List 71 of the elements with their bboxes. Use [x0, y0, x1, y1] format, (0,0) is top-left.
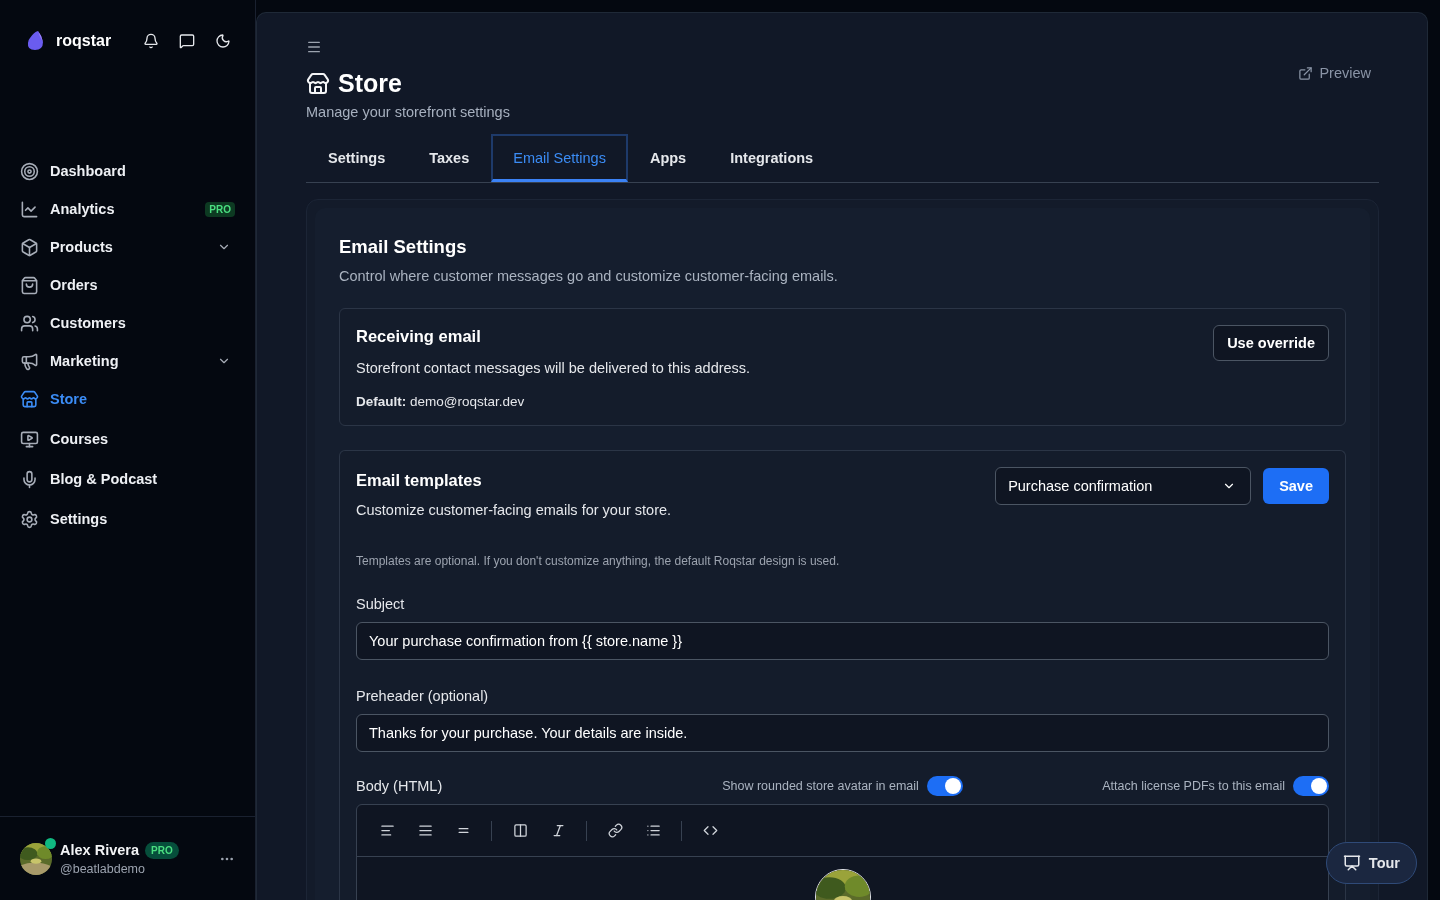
tab[interactable]: Email Settings: [491, 134, 628, 182]
store-icon: [306, 71, 330, 96]
chart-icon: [20, 199, 39, 219]
nav-label: Courses: [50, 431, 109, 447]
nav-label: Blog & Podcast: [50, 471, 158, 487]
nav-item[interactable]: Analytics PRO: [20, 190, 235, 228]
external-link-icon: [1298, 65, 1314, 81]
bell-icon[interactable]: [143, 33, 159, 49]
pro-badge: PRO: [205, 201, 235, 217]
brand-name: roqstar: [56, 32, 112, 50]
nav-item[interactable]: Products: [20, 228, 235, 266]
nav-label: Store: [50, 391, 88, 407]
field-label: Preheader (optional): [356, 688, 490, 704]
templates-note: Templates are optional. If you don't customize anything, the default Roqstar design is used.: [356, 554, 841, 568]
use-override-button[interactable]: Use override: [1213, 325, 1329, 361]
panel-title: Email templates: [356, 471, 483, 490]
tab[interactable]: Settings: [306, 134, 408, 182]
nav-item[interactable]: Blog & Podcast: [20, 460, 235, 498]
tab[interactable]: Apps: [627, 134, 709, 182]
tab[interactable]: Taxes: [407, 134, 492, 182]
toggle-label: Attach license PDFs to this email: [1102, 779, 1285, 793]
page-title: Store: [338, 69, 402, 98]
nav-item[interactable]: Dashboard: [20, 152, 235, 190]
save-button[interactable]: Save: [1263, 468, 1329, 504]
nav-item[interactable]: Store: [20, 380, 235, 418]
template-select[interactable]: Purchase confirmation: [995, 467, 1252, 505]
target-icon: [20, 161, 39, 181]
toggle-switch[interactable]: [1293, 776, 1329, 796]
nav-label: Products: [50, 239, 113, 255]
section-description: Control where customer messages go and customize customer-facing emails.: [339, 268, 839, 284]
panel-description: Customize customer-facing emails for your store.: [356, 502, 672, 518]
preheader-field[interactable]: Thanks for your purchase. Your details are inside.: [356, 714, 1329, 752]
nav-label: Orders: [50, 277, 98, 293]
user-name: Alex Rivera: [60, 842, 139, 858]
tour-button[interactable]: Tour: [1325, 842, 1417, 884]
nav-label: Settings: [50, 511, 108, 527]
bag-icon: [20, 275, 39, 295]
nav-item[interactable]: Customers: [20, 304, 235, 342]
user-handle: @beatlabdemo: [60, 861, 146, 876]
default-email: Default: demo@roqstar.dev: [356, 394, 526, 409]
toggle-label: Show rounded store avatar in email: [722, 779, 919, 793]
box-icon: [20, 237, 39, 257]
nav-label: Analytics: [50, 201, 115, 217]
chat-icon[interactable]: [179, 33, 195, 49]
nav-label: Marketing: [50, 353, 119, 369]
subject-field[interactable]: Your purchase confirmation from {{ store.name }}: [356, 622, 1329, 660]
page-subtitle: Manage your storefront settings: [306, 104, 510, 120]
preview-link[interactable]: Preview: [1298, 65, 1371, 81]
nav-item[interactable]: Settings: [20, 500, 235, 538]
microphone-icon: [20, 469, 39, 489]
pro-badge: PRO: [145, 841, 179, 859]
tab[interactable]: Integrations: [708, 134, 836, 182]
monitor-play-icon: [20, 429, 39, 449]
nav-item[interactable]: Courses: [20, 420, 235, 458]
field-label: Subject: [356, 596, 406, 612]
section-title: Email Settings: [339, 236, 468, 258]
nav-item[interactable]: Marketing: [20, 342, 235, 380]
nav-label: Customers: [50, 315, 126, 331]
settings-icon: [20, 509, 39, 529]
toggle-switch[interactable]: [926, 776, 963, 796]
presentation-icon: [1342, 854, 1361, 872]
panel-title: Receiving email: [356, 327, 482, 346]
nav-label: Dashboard: [50, 163, 126, 179]
field-label: Body (HTML): [356, 778, 444, 794]
store-icon: [20, 389, 39, 409]
megaphone-icon: [20, 351, 39, 371]
menu-icon[interactable]: [306, 39, 322, 55]
moon-icon[interactable]: [215, 33, 231, 49]
panel-description: Storefront contact messages will be delivered to this address.: [356, 360, 751, 376]
nav-item[interactable]: Orders: [20, 266, 235, 304]
users-icon: [20, 313, 39, 333]
